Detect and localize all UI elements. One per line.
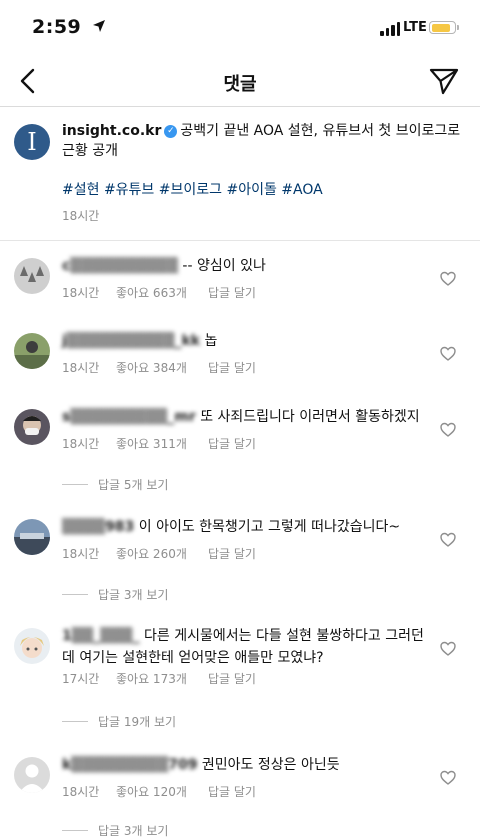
comment-text: ▒▒▒▒983 이 아이도 한목챙기고 그렇게 떠나갔습니다~ [62, 516, 432, 538]
user-avatar[interactable] [14, 628, 50, 664]
comment-item: c▒▒▒▒▒▒▒▒▒▒ -- 양심이 있나 18시간 좋아요 663개 답글 달… [0, 255, 480, 330]
caption-text: insight.co.kr ✓ 공백기 끝낸 AOA 설현, 유튜브서 첫 브이로그… [62, 121, 467, 161]
view-replies-label[interactable]: 답글 19개 보기 [98, 713, 176, 730]
like-heart-icon[interactable] [440, 422, 456, 438]
view-replies-label[interactable]: 답글 3개 보기 [98, 822, 168, 839]
verified-badge-icon: ✓ [164, 124, 178, 138]
comment-text: 1▒▒_▒▒▒_ 다른 게시물에서는 다들 설현 불쌍하다고 그러던데 여기는 … [62, 625, 432, 669]
comment-meta: 18시간 좋아요 120개 답글 달기 [62, 783, 256, 800]
status-bar: 2:59 LTE [0, 0, 480, 56]
status-time: 2:59 [32, 16, 82, 38]
comment-meta: 17시간 좋아요 173개 답글 달기 [62, 670, 256, 687]
replies-divider [62, 830, 88, 831]
comment-body: -- 양심이 있나 [182, 258, 266, 274]
comment-meta: 18시간 좋아요 260개 답글 달기 [62, 545, 256, 562]
user-avatar[interactable] [14, 409, 50, 445]
comment-time: 18시간 [62, 785, 100, 799]
post-username[interactable]: insight.co.kr [62, 123, 161, 139]
comment-username[interactable]: k▒▒▒▒▒▒▒▒▒709 [62, 757, 197, 773]
comment-username[interactable]: c▒▒▒▒▒▒▒▒▒▒ [62, 258, 178, 274]
user-avatar[interactable] [14, 258, 50, 294]
view-replies-button[interactable]: 답글 3개 보기 [62, 586, 168, 603]
reply-button[interactable]: 답글 달기 [208, 284, 256, 301]
comment-username[interactable]: 1▒▒_▒▒▒_ [62, 628, 140, 644]
comment-time: 18시간 [62, 437, 100, 451]
post-time: 18시간 [62, 209, 100, 223]
like-heart-icon[interactable] [440, 271, 456, 287]
reply-button[interactable]: 답글 달기 [208, 545, 256, 562]
user-avatar[interactable] [14, 333, 50, 369]
comment-username[interactable]: ▒▒▒▒983 [62, 519, 134, 535]
like-heart-icon[interactable] [440, 641, 456, 657]
comment-body: 권민아도 정상은 아닌듯 [201, 757, 340, 773]
comment-text: c▒▒▒▒▒▒▒▒▒▒ -- 양심이 있나 [62, 255, 432, 277]
view-replies-button[interactable]: 답글 3개 보기 [62, 822, 168, 839]
comment-username[interactable]: s▒▒▒▒▒▒▒▒▒_mr [62, 409, 196, 425]
comment-text: j▒▒▒▒▒▒▒▒▒▒_kk 놉 [62, 330, 432, 352]
comment-likes[interactable]: 좋아요 311개 [116, 435, 208, 452]
battery-icon [429, 21, 456, 34]
comment-item: 1▒▒_▒▒▒_ 다른 게시물에서는 다들 설현 불쌍하다고 그러던데 여기는 … [0, 625, 480, 735]
reply-button[interactable]: 답글 달기 [208, 359, 256, 376]
replies-divider [62, 721, 88, 722]
comment-body: 놉 [204, 333, 218, 349]
user-avatar[interactable] [14, 757, 50, 793]
comment-username[interactable]: j▒▒▒▒▒▒▒▒▒▒_kk [62, 333, 200, 349]
comment-time: 18시간 [62, 547, 100, 561]
like-heart-icon[interactable] [440, 346, 456, 362]
comment-likes[interactable]: 좋아요 120개 [116, 783, 208, 800]
network-label: LTE [403, 20, 427, 35]
comment-body: 또 사죄드립니다 이러면서 활동하겠지 [200, 409, 420, 425]
comment-item: j▒▒▒▒▒▒▒▒▒▒_kk 놉 18시간 좋아요 384개 답글 달기 [0, 330, 480, 405]
page-title: 댓글 [223, 74, 257, 95]
view-replies-button[interactable]: 답글 19개 보기 [62, 713, 176, 730]
send-icon[interactable] [428, 66, 460, 96]
comment-likes[interactable]: 좋아요 260개 [116, 545, 208, 562]
comment-time: 17시간 [62, 672, 100, 686]
comment-time: 18시간 [62, 361, 100, 375]
reply-button[interactable]: 답글 달기 [208, 670, 256, 687]
comment-meta: 18시간 좋아요 384개 답글 달기 [62, 359, 256, 376]
reply-button[interactable]: 답글 달기 [208, 783, 256, 800]
user-avatar[interactable] [14, 519, 50, 555]
like-heart-icon[interactable] [440, 770, 456, 786]
comment-likes[interactable]: 좋아요 663개 [116, 284, 208, 301]
comment-time: 18시간 [62, 286, 100, 300]
comment-text: k▒▒▒▒▒▒▒▒▒709 권민아도 정상은 아닌듯 [62, 754, 432, 776]
comment-item: s▒▒▒▒▒▒▒▒▒_mr 또 사죄드립니다 이러면서 활동하겠지 18시간 좋… [0, 406, 480, 496]
location-arrow-icon [93, 20, 105, 32]
comment-item: k▒▒▒▒▒▒▒▒▒709 권민아도 정상은 아닌듯 18시간 좋아요 120개… [0, 754, 480, 838]
view-replies-button[interactable]: 답글 5개 보기 [62, 476, 168, 493]
comment-item: ▒▒▒▒983 이 아이도 한목챙기고 그렇게 떠나갔습니다~ 18시간 좋아요… [0, 516, 480, 606]
comment-body: 이 아이도 한목챙기고 그렇게 떠나갔습니다~ [138, 519, 401, 535]
comment-likes[interactable]: 좋아요 173개 [116, 670, 208, 687]
reply-button[interactable]: 답글 달기 [208, 435, 256, 452]
comment-text: s▒▒▒▒▒▒▒▒▒_mr 또 사죄드립니다 이러면서 활동하겠지 [62, 406, 432, 428]
comment-meta: 18시간 좋아요 663개 답글 달기 [62, 284, 256, 301]
replies-divider [62, 594, 88, 595]
post-caption: I insight.co.kr ✓ 공백기 끝낸 AOA 설현, 유튜브서 첫 브이… [0, 107, 480, 241]
hashtags[interactable]: #설현 #유튜브 #브이로그 #아이돌 #AOA [62, 179, 323, 199]
nav-header: 댓글 [0, 56, 480, 107]
post-avatar[interactable]: I [14, 124, 50, 160]
view-replies-label[interactable]: 답글 3개 보기 [98, 586, 168, 603]
signal-icon [380, 22, 400, 36]
comment-meta: 18시간 좋아요 311개 답글 달기 [62, 435, 256, 452]
replies-divider [62, 484, 88, 485]
battery-nub [457, 25, 459, 30]
view-replies-label[interactable]: 답글 5개 보기 [98, 476, 168, 493]
like-heart-icon[interactable] [440, 532, 456, 548]
comment-likes[interactable]: 좋아요 384개 [116, 359, 208, 376]
